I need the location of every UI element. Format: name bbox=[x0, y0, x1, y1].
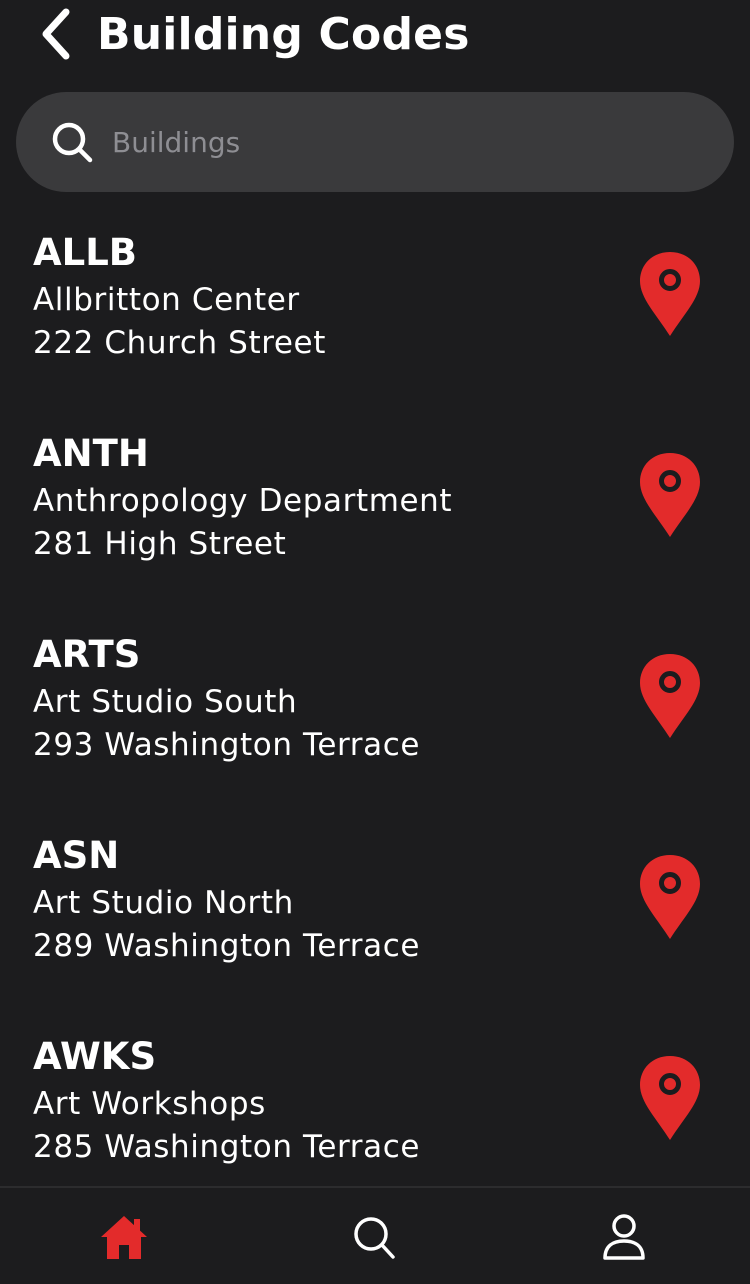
building-address: 281 High Street bbox=[33, 526, 287, 562]
list-item[interactable]: ASN Art Studio North 289 Washington Terr… bbox=[0, 825, 750, 1026]
home-icon bbox=[101, 1216, 147, 1259]
back-button[interactable] bbox=[30, 8, 82, 60]
search-input[interactable] bbox=[112, 118, 692, 166]
building-code: ARTS bbox=[33, 633, 141, 676]
building-name: Art Studio North bbox=[33, 885, 294, 921]
building-address: 289 Washington Terrace bbox=[33, 928, 421, 964]
building-code: ANTH bbox=[33, 432, 149, 475]
tab-bar bbox=[0, 1186, 750, 1284]
page-title: Building Codes bbox=[97, 9, 470, 60]
map-pin-icon[interactable] bbox=[636, 853, 704, 941]
building-address: 293 Washington Terrace bbox=[33, 727, 421, 763]
list-item[interactable]: ARTS Art Studio South 293 Washington Ter… bbox=[0, 624, 750, 825]
tab-search[interactable] bbox=[346, 1212, 402, 1262]
search-icon bbox=[52, 122, 93, 163]
building-code: ALLB bbox=[33, 231, 137, 274]
list-item[interactable]: ANTH Anthropology Department 281 High St… bbox=[0, 423, 750, 624]
building-name: Anthropology Department bbox=[33, 483, 453, 519]
building-list: ALLB Allbritton Center 222 Church Street… bbox=[0, 222, 750, 1227]
profile-icon bbox=[603, 1214, 645, 1260]
building-code: ASN bbox=[33, 834, 120, 877]
building-name: Art Studio South bbox=[33, 684, 298, 720]
header: Building Codes bbox=[0, 0, 750, 80]
list-item[interactable]: ALLB Allbritton Center 222 Church Street bbox=[0, 222, 750, 423]
map-pin-icon[interactable] bbox=[636, 652, 704, 740]
map-pin-icon[interactable] bbox=[636, 1054, 704, 1142]
map-pin-icon[interactable] bbox=[636, 451, 704, 539]
building-address: 222 Church Street bbox=[33, 325, 326, 361]
building-name: Allbritton Center bbox=[33, 282, 300, 318]
chevron-left-icon bbox=[42, 8, 70, 60]
tab-profile[interactable] bbox=[596, 1212, 652, 1262]
map-pin-icon[interactable] bbox=[636, 250, 704, 338]
tab-home[interactable] bbox=[96, 1212, 152, 1262]
building-code: AWKS bbox=[33, 1035, 157, 1078]
building-address: 285 Washington Terrace bbox=[33, 1129, 421, 1165]
search-icon bbox=[354, 1217, 395, 1259]
building-name: Art Workshops bbox=[33, 1086, 266, 1122]
app-screen: Building Codes ALLB Allbritton Center 22… bbox=[0, 0, 750, 1284]
